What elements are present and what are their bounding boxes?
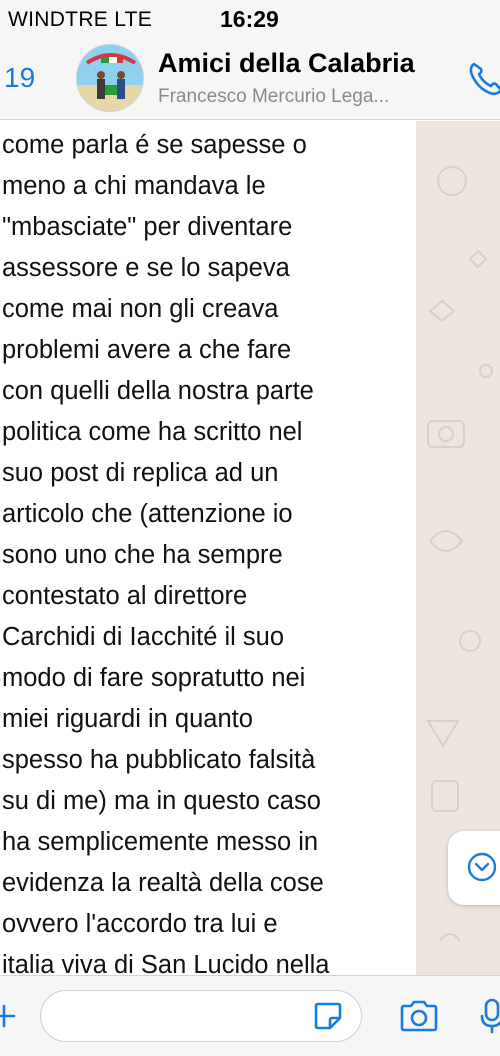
- status-bar: WINDTRE LTE 16:29: [0, 0, 500, 36]
- group-photo-icon: [77, 45, 143, 111]
- message-line: come mai non gli creava: [2, 295, 279, 323]
- carrier-label: WINDTRE LTE: [8, 8, 153, 31]
- message-line: evidenza la realtà della cose: [2, 869, 324, 897]
- back-button-unread-count[interactable]: 19: [4, 62, 35, 94]
- message-line: come parla é se sapesse o: [2, 131, 307, 159]
- chat-subtitle[interactable]: Francesco Mercurio Lega...: [158, 86, 448, 108]
- sticker-icon[interactable]: [312, 1000, 344, 1032]
- microphone-icon[interactable]: [480, 996, 500, 1036]
- chat-header: 19 Amici della Calabria Francesco Mercur…: [0, 36, 500, 120]
- message-line: ha semplicemente messo in: [2, 828, 319, 856]
- chat-area[interactable]: come parla é se sapesse o meno a chi mand…: [0, 121, 500, 975]
- message-line: con quelli della nostra parte: [2, 377, 314, 405]
- message-line: modo di fare sopratutto nei: [2, 664, 306, 692]
- message-line: spesso ha pubblicato falsità: [2, 746, 316, 774]
- message-line: contestato al direttore: [2, 582, 248, 610]
- input-bar: [0, 975, 500, 1056]
- scroll-down-button[interactable]: [448, 831, 500, 905]
- plus-icon[interactable]: [0, 998, 16, 1034]
- message-line: Carchidi di Iacchité il suo: [2, 623, 285, 651]
- message-line: sono uno che ha sempre: [2, 541, 283, 569]
- message-line: problemi avere a che fare: [2, 336, 292, 364]
- message-line: italia viva di San Lucido nella: [2, 951, 330, 975]
- camera-icon[interactable]: [398, 998, 440, 1034]
- clock: 16:29: [220, 6, 279, 32]
- message-line: meno a chi mandava le: [2, 172, 266, 200]
- message-bubble[interactable]: come parla é se sapesse o meno a chi mand…: [0, 121, 416, 975]
- message-line: "mbasciate" per diventare: [2, 213, 293, 241]
- message-line: ovvero l'accordo tra lui e: [2, 910, 278, 938]
- group-avatar[interactable]: [76, 44, 144, 112]
- message-line: assessore e se lo sapeva: [2, 254, 290, 282]
- message-line: miei riguardi in quanto: [2, 705, 253, 733]
- message-line: articolo che (attenzione io: [2, 500, 293, 528]
- phone-icon[interactable]: [466, 58, 500, 98]
- message-line: su di me) ma in questo caso: [2, 787, 321, 815]
- message-text: come parla é se sapesse o meno a chi mand…: [2, 125, 414, 975]
- chevron-down-icon: [467, 852, 497, 882]
- chat-title[interactable]: Amici della Calabria: [158, 48, 415, 79]
- message-line: suo post di replica ad un: [2, 459, 279, 487]
- message-line: politica come ha scritto nel: [2, 418, 303, 446]
